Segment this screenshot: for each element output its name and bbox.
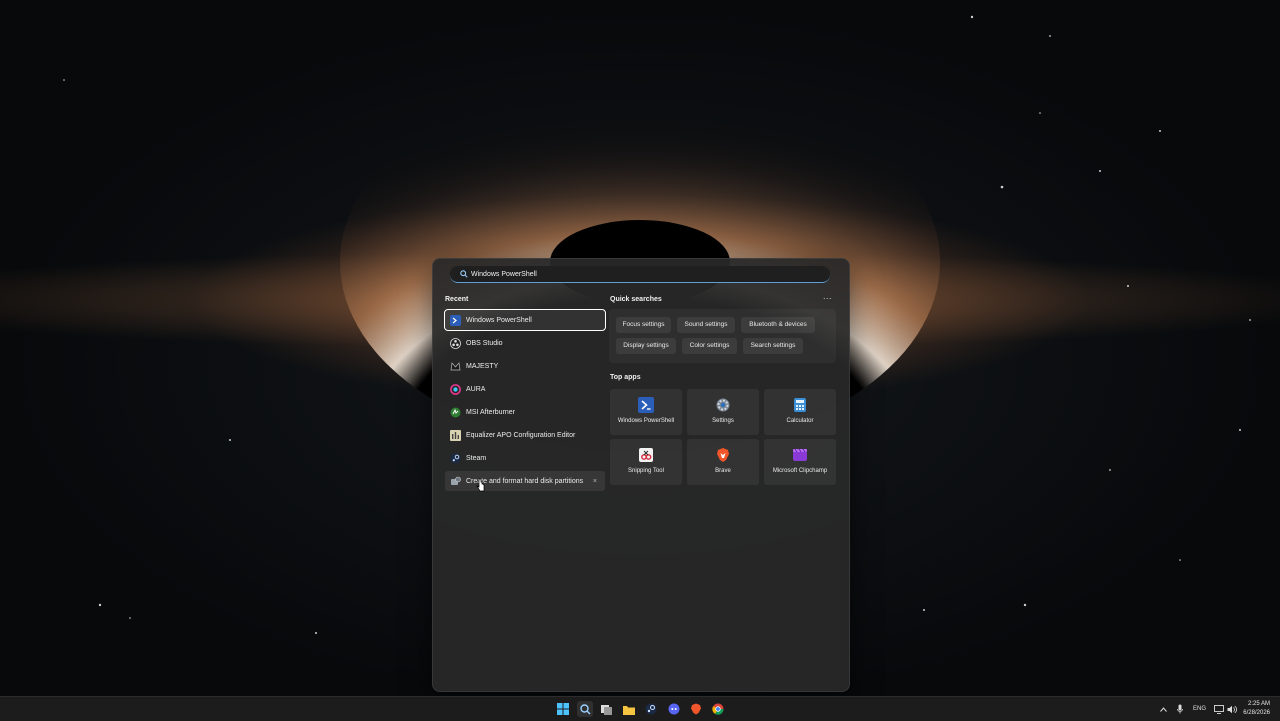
top-app-brave[interactable]: Brave <box>687 439 759 485</box>
system-clock[interactable]: 2:25 AM 6/28/2026 <box>1243 700 1270 718</box>
discord-icon[interactable] <box>666 701 682 717</box>
search-icon[interactable] <box>577 701 593 717</box>
top-app-settings[interactable]: Settings <box>687 389 759 435</box>
powershell-icon <box>449 314 461 326</box>
aura-icon <box>449 383 461 395</box>
clipchamp-icon <box>792 447 808 463</box>
language-indicator[interactable]: ENG <box>1193 697 1206 721</box>
recent-item-majesty[interactable]: MAJESTY <box>445 356 605 376</box>
recent-item-disk-partitions[interactable]: Create and format hard disk partitions × <box>445 471 605 491</box>
majesty-icon <box>449 360 461 372</box>
settings-gear-icon <box>715 397 731 413</box>
top-app-windows-powershell[interactable]: Windows PowerShell <box>610 389 682 435</box>
recent-item-msi-afterburner[interactable]: MSI Afterburner <box>445 402 605 422</box>
search-input[interactable]: Windows PowerShell <box>471 271 537 278</box>
task-view-icon[interactable] <box>599 701 615 717</box>
chip-search-settings[interactable]: Search settings <box>743 338 803 354</box>
recent-item-label: OBS Studio <box>466 339 503 347</box>
brave-icon[interactable] <box>688 701 704 717</box>
chip-display-settings[interactable]: Display settings <box>616 338 676 354</box>
chip-focus-settings[interactable]: Focus settings <box>616 317 671 333</box>
chrome-icon[interactable] <box>710 701 726 717</box>
recent-item-equalizer-apo[interactable]: Equalizer APO Configuration Editor <box>445 425 605 445</box>
windows-start-icon[interactable] <box>555 701 571 717</box>
start-search-panel: Windows PowerShell Recent Windows PowerS… <box>432 258 850 692</box>
top-app-microsoft-clipchamp[interactable]: Microsoft Clipchamp <box>764 439 836 485</box>
recent-item-label: Windows PowerShell <box>466 316 532 324</box>
top-apps-heading: Top apps <box>610 374 641 381</box>
microphone-icon[interactable] <box>1177 697 1183 721</box>
chip-sound-settings[interactable]: Sound settings <box>677 317 735 333</box>
calculator-icon <box>792 397 808 413</box>
recent-item-label: Equalizer APO Configuration Editor <box>466 431 576 439</box>
top-app-label: Snipping Tool <box>628 468 664 474</box>
recent-item-label: MSI Afterburner <box>466 408 516 416</box>
disk-management-icon <box>449 475 461 487</box>
file-explorer-icon[interactable] <box>621 701 637 717</box>
steam-icon[interactable] <box>643 701 659 717</box>
more-options-icon[interactable]: ... <box>823 292 832 301</box>
snipping-tool-icon <box>638 447 654 463</box>
recent-item-obs-studio[interactable]: OBS Studio <box>445 333 605 353</box>
chip-bluetooth-devices[interactable]: Bluetooth & devices <box>741 317 815 333</box>
obs-icon <box>449 337 461 349</box>
quick-searches-heading: Quick searches <box>610 296 662 303</box>
remove-recent-icon[interactable]: × <box>593 478 597 485</box>
recent-list: Windows PowerShell OBS Studio MAJESTY AU… <box>444 309 606 494</box>
top-app-label: Windows PowerShell <box>617 418 675 424</box>
network-icon[interactable] <box>1214 697 1224 721</box>
search-icon <box>457 270 471 278</box>
clock-time: 2:25 AM <box>1247 701 1270 707</box>
mouse-cursor <box>476 478 486 497</box>
top-app-calculator[interactable]: Calculator <box>764 389 836 435</box>
taskbar: ENG 2:25 AM 6/28/2026 <box>0 696 1280 721</box>
show-hidden-icons-chevron-icon[interactable] <box>1160 697 1167 721</box>
recent-item-label: AURA <box>466 385 486 393</box>
volume-icon[interactable] <box>1227 697 1237 721</box>
top-app-label: Calculator <box>786 418 814 424</box>
brave-icon <box>715 447 731 463</box>
search-box[interactable]: Windows PowerShell <box>450 266 830 283</box>
equalizer-icon <box>449 429 461 441</box>
clock-date: 6/28/2026 <box>1243 710 1270 716</box>
top-app-label: Microsoft Clipchamp <box>772 468 828 474</box>
quick-searches-group: Focus settings Sound settings Bluetooth … <box>609 309 836 363</box>
msi-afterburner-icon <box>449 406 461 418</box>
recent-heading: Recent <box>445 296 469 303</box>
top-app-snipping-tool[interactable]: Snipping Tool <box>610 439 682 485</box>
recent-item-label: MAJESTY <box>466 362 499 370</box>
recent-item-windows-powershell[interactable]: Windows PowerShell <box>444 309 606 331</box>
recent-item-aura[interactable]: AURA <box>445 379 605 399</box>
steam-icon <box>449 452 461 464</box>
recent-item-steam[interactable]: Steam <box>445 448 605 468</box>
chip-color-settings[interactable]: Color settings <box>682 338 737 354</box>
top-app-label: Settings <box>712 418 734 424</box>
powershell-icon <box>638 397 654 413</box>
top-app-label: Brave <box>715 468 731 474</box>
recent-item-label: Steam <box>466 454 487 462</box>
